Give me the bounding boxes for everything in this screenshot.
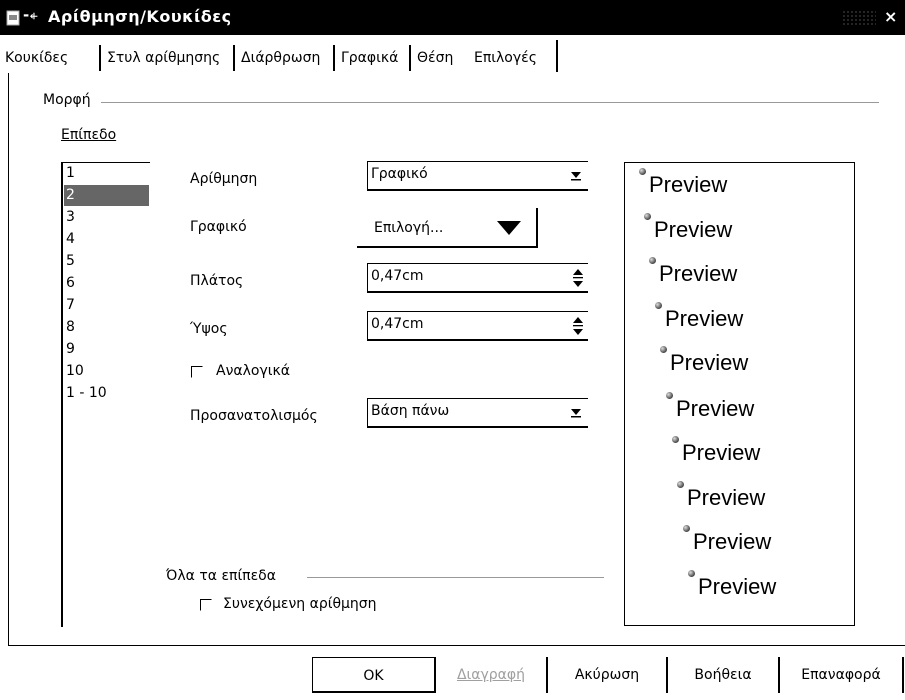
level-item[interactable]: 8	[64, 317, 149, 338]
ok-button[interactable]: OK	[312, 657, 436, 693]
width-spinbox[interactable]: 0,47cm	[367, 263, 588, 293]
bullet-icon	[649, 257, 656, 264]
width-value: 0,47cm	[371, 268, 424, 284]
format-section-label: Μορφή	[43, 92, 91, 108]
level-item[interactable]: 10	[64, 361, 149, 382]
width-label: Πλάτος	[190, 273, 244, 289]
preview-text: Preview	[649, 172, 728, 197]
level-item[interactable]: 1	[64, 163, 149, 184]
pin-icon[interactable]: -⍅	[23, 6, 38, 24]
numbering-select[interactable]: Γραφικό	[367, 161, 588, 191]
preview-text: Preview	[659, 261, 738, 286]
level-item[interactable]: 4	[64, 229, 149, 250]
tab-options[interactable]: Επιλογές	[474, 44, 537, 72]
tab-numbering-style[interactable]: Στυλ αρίθμησης	[107, 44, 220, 72]
frame-left	[8, 73, 9, 645]
graphic-label: Γραφικό	[190, 219, 247, 235]
level-list[interactable]: 1 2 3 4 5 6 7 8 9 10 1 - 10	[61, 162, 150, 627]
proportional-checkbox[interactable]	[191, 366, 203, 378]
all-levels-label: Όλα τα επίπεδα	[166, 568, 276, 584]
level-item[interactable]: 5	[64, 251, 149, 272]
close-icon[interactable]: ×	[884, 7, 897, 26]
bullet-icon	[660, 346, 667, 353]
level-item-selected[interactable]: 2	[64, 185, 149, 206]
height-value: 0,47cm	[371, 316, 424, 332]
tab-divider	[409, 45, 411, 71]
bullet-icon	[666, 392, 673, 399]
preview-text: Preview	[676, 396, 755, 421]
tab-position[interactable]: Θέση	[417, 44, 453, 72]
spin-arrows-icon[interactable]	[572, 314, 584, 338]
bullet-icon	[677, 481, 684, 488]
help-button[interactable]: Βοήθεια	[668, 657, 780, 693]
delete-button[interactable]: Διαγραφή	[436, 657, 548, 693]
preview-text: Preview	[654, 217, 733, 242]
alignment-value: Βάση πάνω	[371, 403, 450, 419]
reset-button[interactable]: Επαναφορά	[780, 657, 904, 693]
all-levels-separator	[307, 577, 604, 578]
bullet-icon	[688, 570, 695, 577]
tab-bullets[interactable]: Κουκίδες	[5, 44, 68, 72]
height-label: Ύψος	[190, 321, 228, 337]
triangle-down-icon	[497, 221, 521, 235]
bullet-icon	[672, 436, 679, 443]
preview-text: Preview	[698, 574, 777, 599]
level-item[interactable]: 7	[64, 295, 149, 316]
cancel-button[interactable]: Ακύρωση	[548, 657, 668, 693]
graphic-button-label: Επιλογή...	[374, 220, 444, 236]
frame-bottom	[8, 645, 905, 646]
bullet-icon	[639, 168, 646, 175]
chevron-down-icon	[571, 409, 581, 418]
window-title: Αρίθμηση/Κουκίδες	[48, 7, 232, 26]
spin-arrows-icon[interactable]	[572, 266, 584, 290]
continuous-numbering-label[interactable]: Συνεχόμενη αρίθμηση	[223, 596, 377, 612]
numbering-label: Αρίθμηση	[190, 171, 258, 187]
tab-divider	[556, 40, 558, 72]
tab-divider	[333, 45, 335, 71]
tab-outline[interactable]: Διάρθρωση	[241, 44, 320, 72]
title-bar[interactable]: -⍅ Αρίθμηση/Κουκίδες ×	[0, 0, 905, 35]
alignment-select[interactable]: Βάση πάνω	[367, 398, 588, 428]
bullet-icon	[655, 302, 662, 309]
format-separator	[101, 102, 879, 103]
title-texture	[842, 10, 876, 26]
preview-text: Preview	[665, 306, 744, 331]
tab-divider	[99, 45, 101, 71]
alignment-label: Προσανατολισμός	[190, 408, 318, 424]
level-item[interactable]: 6	[64, 273, 149, 294]
numbering-value: Γραφικό	[371, 166, 428, 182]
level-item[interactable]: 1 - 10	[64, 383, 149, 404]
bullet-icon	[683, 525, 690, 532]
proportional-label[interactable]: Αναλογικά	[216, 363, 290, 379]
bullet-icon	[644, 213, 651, 220]
level-item[interactable]: 9	[64, 339, 149, 360]
tab-graphics[interactable]: Γραφικά	[341, 44, 398, 72]
graphic-select-button[interactable]: Επιλογή...	[357, 208, 538, 248]
level-label: Επίπεδο	[61, 127, 117, 143]
document-icon	[6, 10, 20, 26]
preview-text: Preview	[670, 350, 749, 375]
level-item[interactable]: 3	[64, 207, 149, 228]
preview-text: Preview	[687, 485, 766, 510]
height-spinbox[interactable]: 0,47cm	[367, 311, 588, 341]
preview-text: Preview	[693, 529, 772, 554]
preview-panel: Preview Preview Preview Preview Preview …	[624, 162, 855, 626]
preview-text: Preview	[682, 440, 761, 465]
chevron-down-icon	[571, 172, 581, 181]
tab-divider	[233, 45, 235, 71]
continuous-numbering-checkbox[interactable]	[200, 599, 212, 611]
